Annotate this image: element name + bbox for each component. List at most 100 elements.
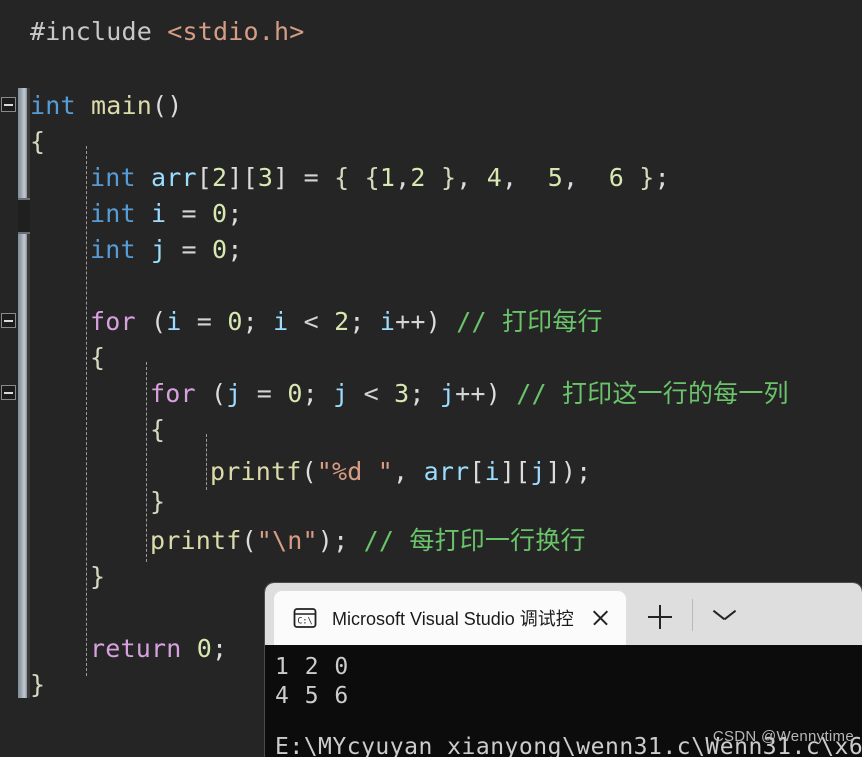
code-token: } xyxy=(440,163,457,192)
code-token: i xyxy=(151,199,182,228)
code-token: 2 xyxy=(212,163,228,192)
code-token: int xyxy=(90,163,152,192)
indent-guide xyxy=(86,146,87,676)
code-line[interactable]: int j = 0; xyxy=(90,232,243,268)
code-line[interactable]: { xyxy=(90,340,105,376)
console-cmd-icon: C:\ xyxy=(292,605,318,631)
code-token: = xyxy=(303,163,335,192)
code-line[interactable]: int main() xyxy=(30,88,183,124)
fold-marker-main[interactable] xyxy=(1,97,16,112)
code-token: int xyxy=(30,91,92,120)
code-line[interactable]: printf("\n"); // 每打印一行换行 xyxy=(150,523,586,559)
code-line[interactable]: } xyxy=(90,559,105,595)
code-token: 1 xyxy=(379,163,396,192)
console-output-line: 1 2 0 xyxy=(275,654,350,680)
code-token: i xyxy=(379,307,396,336)
chevron-down-icon[interactable] xyxy=(705,597,747,637)
code-line[interactable]: int i = 0; xyxy=(90,196,243,232)
code-token: printf xyxy=(210,457,302,486)
code-token: { xyxy=(90,343,106,372)
code-token: } xyxy=(639,163,655,192)
code-token: <stdio.h> xyxy=(167,17,305,46)
code-token: j xyxy=(439,379,456,408)
code-token: int xyxy=(90,235,152,264)
code-line[interactable]: for (j = 0; j < 3; j++) // 打印这一行的每一列 xyxy=(150,376,789,412)
code-token: "%d " xyxy=(316,457,394,486)
code-line[interactable]: printf("%d ", arr[i][j]); xyxy=(210,454,591,490)
svg-text:C:\: C:\ xyxy=(297,617,312,627)
code-token: 3 xyxy=(257,163,274,192)
code-token: { xyxy=(30,127,46,156)
code-token: // 打印每行 xyxy=(456,307,603,336)
code-line[interactable]: } xyxy=(30,667,45,703)
code-token: return xyxy=(90,634,197,663)
code-token: for xyxy=(150,379,212,408)
code-token: arr xyxy=(423,457,470,486)
code-token: i xyxy=(166,307,197,336)
code-line[interactable]: return 0; xyxy=(90,631,227,667)
code-token: for xyxy=(90,307,152,336)
code-token: ( xyxy=(151,307,167,336)
code-line[interactable]: #include <stdio.h> xyxy=(30,14,305,50)
code-token: main xyxy=(91,91,153,120)
console-tab-active[interactable]: C:\ Microsoft Visual Studio 调试控 xyxy=(274,591,626,645)
code-token: printf xyxy=(150,526,242,555)
code-token: = xyxy=(181,199,213,228)
new-tab-button[interactable] xyxy=(639,597,681,637)
code-token: #include xyxy=(30,17,168,46)
code-token: < xyxy=(363,379,395,408)
code-token: , xyxy=(395,163,411,192)
code-token: { xyxy=(150,415,166,444)
code-token: 0 xyxy=(212,235,228,264)
indent-guide xyxy=(206,434,207,490)
code-token: 4 xyxy=(486,163,502,192)
code-token: ( xyxy=(301,457,317,486)
code-token: [ xyxy=(196,163,213,192)
code-token: ][ xyxy=(499,457,531,486)
code-token: int xyxy=(90,199,152,228)
code-token: () xyxy=(152,91,183,120)
code-token: ) xyxy=(425,307,457,336)
tab-toolbar-separator xyxy=(692,599,693,631)
code-token: j xyxy=(226,379,257,408)
code-token: 2 xyxy=(334,307,350,336)
code-token: , xyxy=(563,163,594,192)
outlining-gutter[interactable] xyxy=(0,0,18,757)
code-token: ][ xyxy=(227,163,258,192)
console-output-line: 4 5 6 xyxy=(275,683,350,709)
code-token: ; xyxy=(302,379,334,408)
code-token: { { xyxy=(334,163,380,192)
code-line[interactable]: int arr[2][3] = { {1,2 }, 4, 5, 6 }; xyxy=(90,160,670,196)
code-token: 0 xyxy=(227,307,243,336)
code-token: 0 xyxy=(212,199,228,228)
code-token: j xyxy=(333,379,364,408)
code-token: // 打印这一行的每一列 xyxy=(516,379,789,408)
code-line[interactable]: { xyxy=(150,412,165,448)
code-token: ; xyxy=(333,526,364,555)
code-token: ; xyxy=(227,235,243,264)
code-token: ( xyxy=(211,379,227,408)
code-token: j xyxy=(151,235,182,264)
code-token: } xyxy=(150,487,166,516)
change-indicator-bar xyxy=(18,88,27,698)
code-token: , xyxy=(393,457,424,486)
code-token: } xyxy=(30,670,46,699)
code-line[interactable]: } xyxy=(150,484,165,520)
code-token: < xyxy=(303,307,335,336)
code-token: "\n" xyxy=(256,526,318,555)
code-token: = xyxy=(181,235,213,264)
fold-marker-for-j[interactable] xyxy=(1,385,16,400)
code-token: // 每打印一行换行 xyxy=(363,526,586,555)
code-token: ; xyxy=(242,307,274,336)
code-line[interactable]: { xyxy=(30,124,45,160)
close-icon[interactable] xyxy=(582,600,618,636)
code-line[interactable]: for (i = 0; i < 2; i++) // 打印每行 xyxy=(90,304,603,340)
fold-marker-for-i[interactable] xyxy=(1,313,16,328)
csdn-watermark: CSDN @Wennytime xyxy=(712,728,854,745)
code-token: ++ xyxy=(395,307,426,336)
console-titlebar[interactable]: C:\ Microsoft Visual Studio 调试控 xyxy=(265,583,862,645)
code-token: ++ xyxy=(455,379,486,408)
code-token: ]) xyxy=(545,457,577,486)
code-token: = xyxy=(196,307,228,336)
code-token: 6 xyxy=(593,163,640,192)
